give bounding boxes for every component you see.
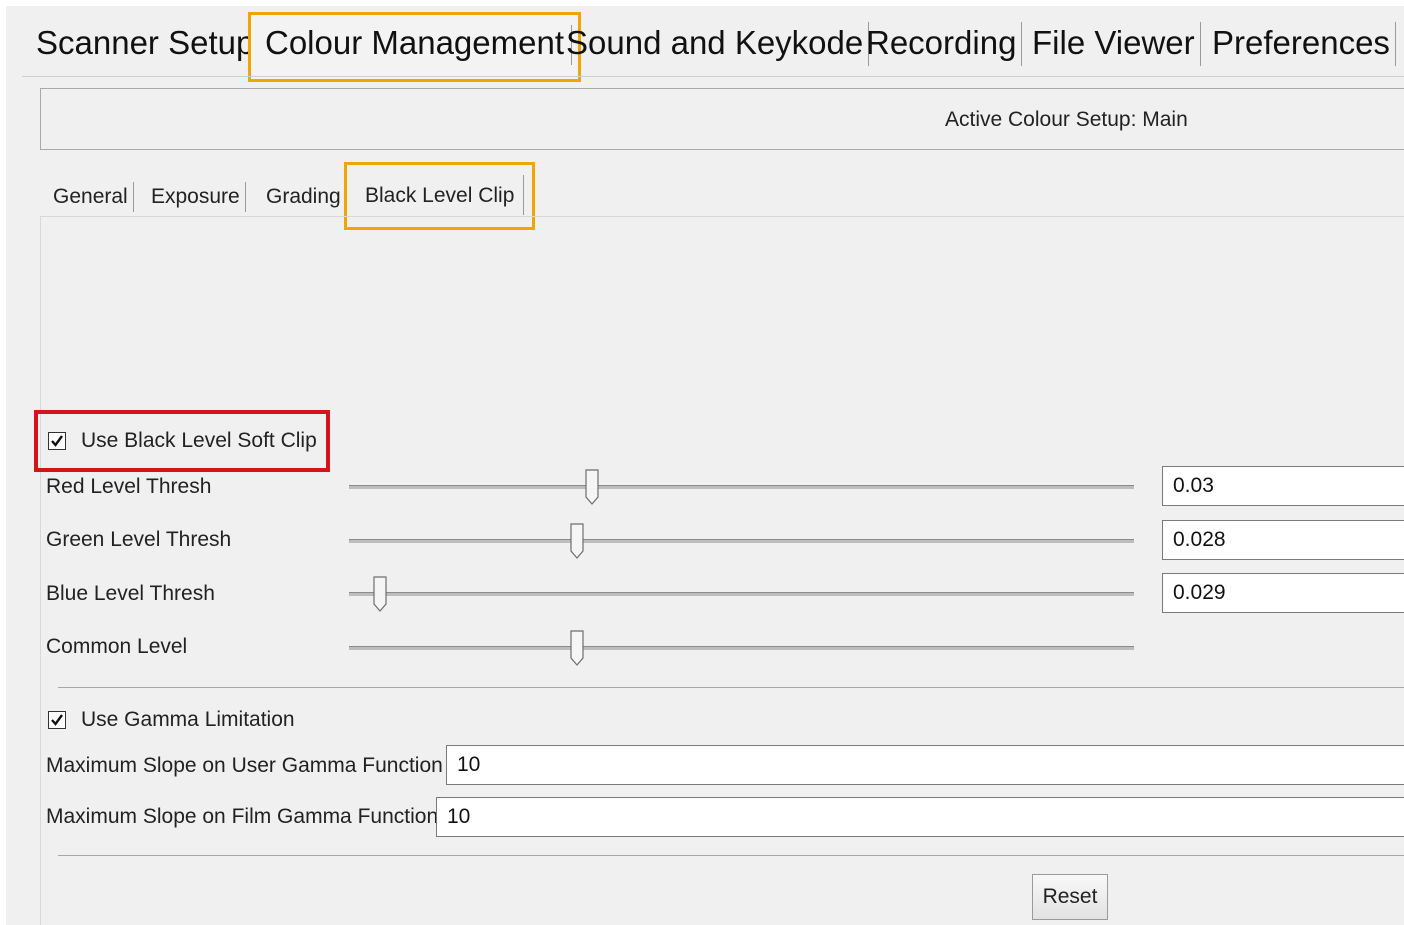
tab-recording[interactable]: Recording xyxy=(866,10,1023,76)
subtab-label: Grading xyxy=(266,185,341,208)
green-level-thresh-label: Green Level Thresh xyxy=(46,528,232,551)
blue-level-thresh-value[interactable]: 0.029 xyxy=(1162,573,1404,613)
user-gamma-slope-input[interactable]: 10 xyxy=(446,745,1404,785)
film-gamma-slope-input[interactable]: 10 xyxy=(436,797,1404,837)
active-colour-setup-box: Active Colour Setup: Main xyxy=(40,88,1404,150)
active-colour-setup-label: Active Colour Setup: Main xyxy=(945,108,1188,131)
subtab-exposure[interactable]: Exposure xyxy=(151,178,246,216)
tab-separator xyxy=(1199,22,1201,66)
tab-colour-management[interactable]: Colour Management xyxy=(248,12,581,82)
tab-scanner-setup[interactable]: Scanner Setup xyxy=(36,10,261,76)
top-edge xyxy=(0,0,1404,6)
checkmark-icon xyxy=(51,435,63,447)
tab-baseline xyxy=(22,76,1404,77)
red-level-thresh-label: Red Level Thresh xyxy=(46,475,212,498)
red-level-thresh-slider-thumb[interactable] xyxy=(584,469,600,505)
tab-label: Recording xyxy=(866,24,1017,61)
left-edge xyxy=(0,0,6,925)
tab-label: Scanner Setup xyxy=(36,24,255,61)
tab-separator xyxy=(244,182,246,212)
tab-preferences[interactable]: Preferences xyxy=(1212,10,1396,76)
tab-sound-and-keykode[interactable]: Sound and Keykode xyxy=(566,10,870,76)
tab-label: File Viewer xyxy=(1032,24,1195,61)
subtab-grading[interactable]: Grading xyxy=(266,178,341,216)
blue-level-thresh-slider[interactable] xyxy=(349,592,1134,596)
subtab-panel-border xyxy=(40,216,1404,217)
main-tab-strip: Scanner Setup Colour Management Sound an… xyxy=(22,10,1404,82)
section-divider xyxy=(58,687,1404,688)
green-level-thresh-slider-thumb[interactable] xyxy=(569,523,585,559)
tab-separator xyxy=(132,182,134,212)
red-level-thresh-slider[interactable] xyxy=(349,485,1134,489)
subtab-black-level-clip[interactable]: Black Level Clip xyxy=(344,162,536,230)
reset-button[interactable]: Reset xyxy=(1032,874,1108,920)
tab-label: Preferences xyxy=(1212,24,1390,61)
common-level-slider-thumb[interactable] xyxy=(569,630,585,666)
section-divider xyxy=(58,855,1404,856)
subtab-label: Black Level Clip xyxy=(365,184,515,207)
user-gamma-slope-label: Maximum Slope on User Gamma Function xyxy=(46,754,443,777)
tab-label: Sound and Keykode xyxy=(566,24,864,61)
subtab-label: General xyxy=(53,185,128,208)
tab-file-viewer[interactable]: File Viewer xyxy=(1032,10,1201,76)
green-level-thresh-slider[interactable] xyxy=(349,539,1134,543)
green-level-thresh-value[interactable]: 0.028 xyxy=(1162,520,1404,560)
subtab-label: Exposure xyxy=(151,185,240,208)
film-gamma-slope-label: Maximum Slope on Film Gamma Function xyxy=(46,805,439,828)
blue-level-thresh-slider-thumb[interactable] xyxy=(372,576,388,612)
colour-management-window: Scanner Setup Colour Management Sound an… xyxy=(0,0,1404,925)
checkmark-icon xyxy=(51,714,63,726)
blue-level-thresh-label: Blue Level Thresh xyxy=(46,582,215,605)
soft-clip-label: Use Black Level Soft Clip xyxy=(81,429,317,452)
soft-clip-checkbox[interactable] xyxy=(48,432,66,450)
panel-left-border xyxy=(40,216,41,925)
tab-label: Colour Management xyxy=(265,24,564,61)
gamma-limitation-checkbox[interactable] xyxy=(48,711,66,729)
tab-separator xyxy=(1394,22,1396,66)
subtab-general[interactable]: General xyxy=(53,178,134,216)
tab-separator xyxy=(1021,22,1023,66)
common-level-label: Common Level xyxy=(46,635,188,658)
gamma-limitation-label: Use Gamma Limitation xyxy=(81,708,295,731)
red-level-thresh-value[interactable]: 0.03 xyxy=(1162,466,1404,506)
common-level-slider[interactable] xyxy=(349,646,1134,650)
